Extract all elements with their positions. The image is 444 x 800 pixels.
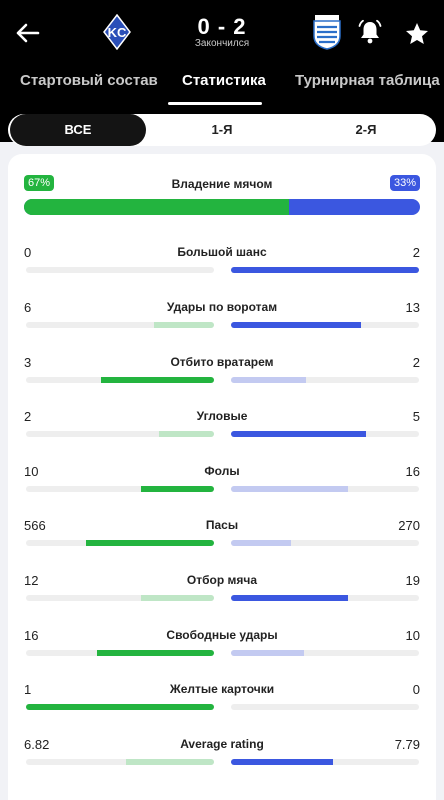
home-stat-track <box>26 486 214 492</box>
away-stat-track <box>231 540 419 546</box>
stat-label: Удары по воротам <box>166 300 278 314</box>
svg-text:KC: KC <box>108 25 127 40</box>
home-stat-track <box>26 431 214 437</box>
home-stat-track <box>26 595 214 601</box>
home-team-crest-icon[interactable]: KC <box>103 14 131 50</box>
home-stat-bar <box>97 650 214 656</box>
stat-label: Отбор мяча <box>186 573 258 587</box>
away-stat-value: 270 <box>398 518 420 533</box>
stat-label: Желтые карточки <box>169 682 275 696</box>
stat-row: 10 Фолы 16 <box>0 464 444 504</box>
active-tab-indicator <box>168 102 262 105</box>
away-stat-value: 0 <box>412 682 420 697</box>
stat-label: Average rating <box>180 737 264 751</box>
arrow-left-icon[interactable] <box>12 18 42 48</box>
away-stat-value: 19 <box>405 573 420 588</box>
home-stat-track <box>26 540 214 546</box>
period-selector: ВСЕ 1-Я 2-Я <box>8 114 436 146</box>
period-all-button[interactable]: ВСЕ <box>10 114 146 146</box>
away-possession-badge: 33% <box>389 175 420 191</box>
away-stat-track <box>231 759 419 765</box>
away-stat-bar <box>231 759 333 765</box>
home-stat-bar <box>101 377 214 383</box>
away-stat-value: 7.79 <box>394 737 420 752</box>
stat-label: Свободные удары <box>166 628 278 642</box>
home-stat-track <box>26 704 214 710</box>
home-stat-bar <box>141 595 214 601</box>
tab-statistics[interactable]: Статистика <box>182 72 266 89</box>
away-stat-bar <box>231 486 348 492</box>
away-stat-track <box>231 650 419 656</box>
home-stat-track <box>26 267 214 273</box>
home-stat-track <box>26 650 214 656</box>
away-stat-track <box>231 377 419 383</box>
period-second-half-button[interactable]: 2-Я <box>298 114 434 146</box>
away-stat-bar <box>231 650 304 656</box>
away-stat-value: 2 <box>412 355 420 370</box>
match-score: 0 - 2 <box>197 14 247 39</box>
stat-row: 1 Желтые карточки 0 <box>0 682 444 722</box>
possession-label: Владение мячом <box>171 177 273 191</box>
stat-label: Пасы <box>205 518 239 532</box>
away-team-crest-icon[interactable] <box>311 14 343 50</box>
period-first-half-button[interactable]: 1-Я <box>154 114 290 146</box>
home-stat-bar <box>159 431 214 437</box>
home-stat-track <box>26 759 214 765</box>
stat-label: Фолы <box>204 464 240 478</box>
away-stat-bar <box>231 540 291 546</box>
tab-standings[interactable]: Турнирная таблица <box>295 72 440 89</box>
away-stat-track <box>231 486 419 492</box>
away-stat-track <box>231 704 419 710</box>
away-stat-value: 5 <box>412 409 420 424</box>
away-stat-track <box>231 595 419 601</box>
away-stat-track <box>231 322 419 328</box>
stat-label: Большой шанс <box>177 245 267 259</box>
away-stat-track <box>231 431 419 437</box>
stat-row: 6 Удары по воротам 13 <box>0 300 444 340</box>
home-stat-bar <box>154 322 214 328</box>
stat-row: 12 Отбор мяча 19 <box>0 573 444 613</box>
away-stat-track <box>231 267 419 273</box>
away-stat-bar <box>231 595 348 601</box>
bell-icon[interactable] <box>357 19 383 45</box>
away-stat-value: 10 <box>405 628 420 643</box>
match-tabs: Стартовый состав Статистика Турнирная та… <box>0 68 444 105</box>
away-stat-bar <box>231 377 306 383</box>
home-stat-track <box>26 322 214 328</box>
stat-row: 16 Свободные удары 10 <box>0 628 444 668</box>
stat-label: Отбито вратарем <box>170 355 274 369</box>
away-stat-value: 13 <box>405 300 420 315</box>
star-icon[interactable] <box>404 21 430 47</box>
home-stat-bar <box>141 486 214 492</box>
home-stat-bar <box>86 540 214 546</box>
stat-row: 0 Большой шанс 2 <box>0 245 444 285</box>
tab-lineups[interactable]: Стартовый состав <box>20 72 158 89</box>
stat-label: Угловые <box>196 409 248 423</box>
stat-row: 3 Отбито вратарем 2 <box>0 355 444 395</box>
away-stat-bar <box>231 431 366 437</box>
match-status: Закончился <box>194 38 250 49</box>
home-stat-bar <box>126 759 214 765</box>
away-stat-value: 16 <box>405 464 420 479</box>
away-stat-value: 2 <box>412 245 420 260</box>
away-stat-bar <box>231 322 361 328</box>
possession-bar <box>24 199 420 215</box>
stat-row: 566 Пасы 270 <box>0 518 444 558</box>
home-possession-fill <box>24 199 290 215</box>
stat-row: 6.82 Average rating 7.79 <box>0 737 444 777</box>
away-stat-bar <box>231 267 419 273</box>
home-stat-track <box>26 377 214 383</box>
home-stat-bar <box>26 704 214 710</box>
stat-row: 2 Угловые 5 <box>0 409 444 449</box>
